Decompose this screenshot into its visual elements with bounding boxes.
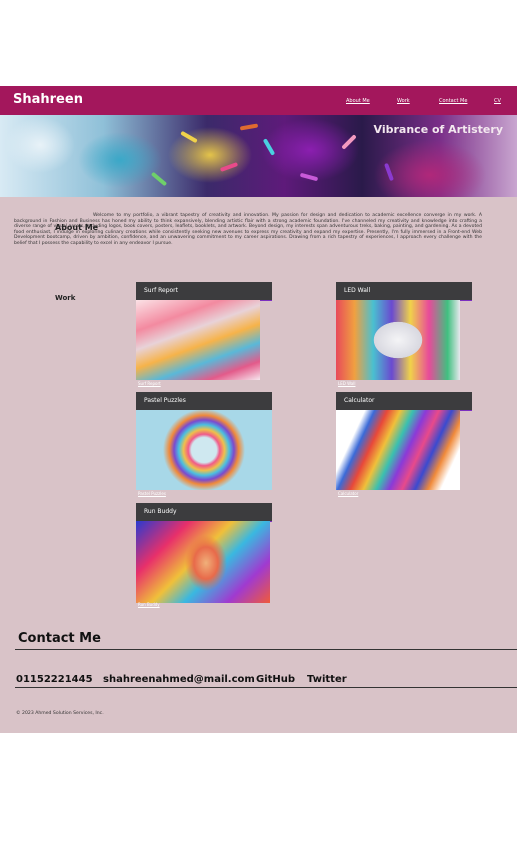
hero-title: Vibrance of Artistery [373,123,503,136]
navbar: Shahreen About Me Work Contact Me CV [0,86,517,115]
project-link[interactable]: Run Buddy [138,602,160,607]
hero-banner: Vibrance of Artistery [0,115,517,197]
project-link[interactable]: LED Wall [338,381,355,386]
project-card-run-buddy[interactable]: Run Buddy Run Buddy [136,503,272,609]
pastel-puzzles-image[interactable] [136,410,272,490]
nav-link-work[interactable]: Work [397,98,410,104]
card-header: Run Buddy [136,503,272,522]
nav-link-contact-me[interactable]: Contact Me [439,98,467,104]
confetti-shard [180,130,198,144]
github-link[interactable]: GitHub [256,674,295,685]
twitter-link[interactable]: Twitter [307,674,347,685]
contact-heading: Contact Me [18,631,101,646]
work-heading: Work [55,294,76,302]
card-title: Run Buddy [144,508,177,515]
project-link[interactable]: Pastel Puzzles [138,491,166,496]
project-card-calculator[interactable]: Calculator Calculator [336,392,472,498]
confetti-shard [341,134,357,150]
card-header: Calculator [336,392,472,411]
confetti-shard [384,162,394,182]
project-link[interactable]: Surf Report [138,381,161,386]
email-link[interactable]: shahreenahmed@mail.com [103,674,255,685]
project-card-pastel-puzzles[interactable]: Pastel Puzzles Pastel Puzzles [136,392,272,498]
card-header: Surf Report [136,282,272,301]
divider [15,687,517,688]
confetti-shard [262,138,276,156]
card-title: Calculator [344,397,375,404]
nav-link-cv[interactable]: CV [494,98,501,104]
calculator-image[interactable] [336,410,460,490]
card-header: LED Wall [336,282,472,301]
divider [15,649,517,650]
card-title: Surf Report [144,287,178,294]
project-card-led-wall[interactable]: LED Wall LED Wall [336,282,472,388]
confetti-shard [219,162,239,172]
led-wall-image[interactable] [336,300,460,380]
card-header: Pastel Puzzles [136,392,272,411]
surf-report-image[interactable] [136,300,260,380]
confetti-shard [239,123,259,131]
nav-link-about-me[interactable]: About Me [346,98,370,104]
footer-copyright: © 2023 Ahmed Solution Services, Inc. [16,711,104,716]
brand-logo[interactable]: Shahreen [13,92,83,107]
card-title: LED Wall [344,287,371,294]
phone-number[interactable]: 01152221445 [16,674,93,685]
card-title: Pastel Puzzles [144,397,186,404]
confetti-shard [150,171,168,187]
project-link[interactable]: Calculator [338,491,358,496]
confetti-shard [299,172,319,182]
run-buddy-image[interactable] [136,521,270,603]
about-text: Welcome to my portfolio, a vibrant tapes… [14,213,482,246]
project-card-surf-report[interactable]: Surf Report Surf Report [136,282,272,388]
page: Shahreen About Me Work Contact Me CV Vib… [0,86,517,733]
